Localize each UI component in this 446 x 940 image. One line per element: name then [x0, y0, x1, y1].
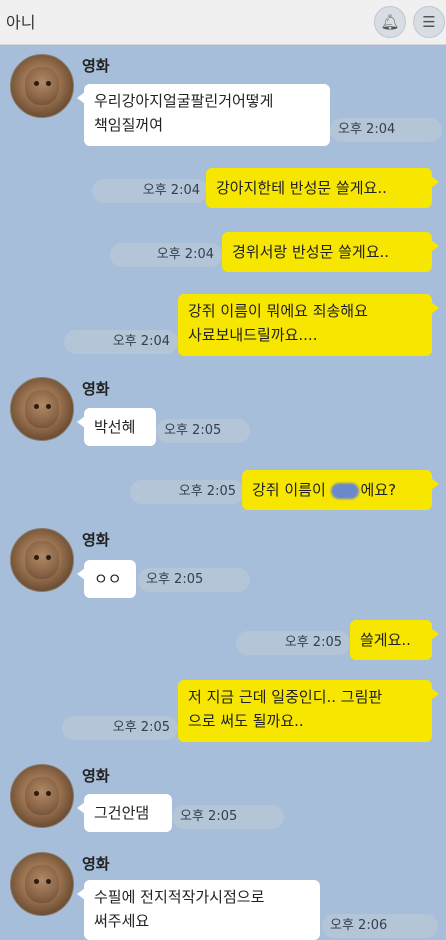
message-bubble-1[interactable]: 우리강아지얼굴팔린거어떻게 책임질꺼여: [77, 84, 330, 146]
redacted-name: [330, 482, 359, 499]
message-bubble-2[interactable]: 강아지한테 반성문 쓸게요..: [206, 168, 439, 208]
message-bubble-9[interactable]: 저 지금 근데 일중인디.. 그림판 으로 써도 될까요..: [178, 680, 439, 742]
menu-icon[interactable]: ☰: [413, 6, 445, 38]
message-time-10: 오후 2:05: [172, 805, 284, 829]
avatar[interactable]: [10, 54, 74, 118]
message-bubble-8[interactable]: 쓸게요..: [350, 620, 439, 660]
sender-name: 영화: [82, 855, 110, 873]
sender-name: 영화: [82, 380, 110, 398]
message-bubble-10[interactable]: 그건안댐: [77, 794, 172, 832]
bell-icon[interactable]: 🔔︎: [374, 6, 406, 38]
message-time-1: 오후 2:04: [330, 118, 442, 142]
message-time-2: 오후 2:04: [92, 179, 208, 203]
message-time-7: 오후 2:05: [138, 568, 250, 592]
message-bubble-11[interactable]: 수필에 전지적작가시점으로 써주세요: [77, 880, 320, 940]
message-time-8: 오후 2:05: [236, 631, 350, 655]
message-bubble-6[interactable]: 강쥐 이름이 에요?: [242, 470, 439, 510]
message-bubble-3[interactable]: 경위서랑 반성문 쓸게요..: [222, 232, 439, 272]
chat-header: 아니 🔔︎ ☰: [0, 0, 446, 45]
sender-name: 영화: [82, 57, 110, 75]
message-bubble-7[interactable]: ㅇㅇ: [77, 560, 136, 598]
message-time-4: 오후 2:04: [64, 330, 178, 354]
message-time-5: 오후 2:05: [156, 419, 250, 443]
message-time-3: 오후 2:04: [110, 243, 222, 267]
sender-name: 영화: [82, 531, 110, 549]
message-bubble-5[interactable]: 박선혜: [77, 408, 156, 446]
sender-name: 영화: [82, 767, 110, 785]
avatar[interactable]: [10, 528, 74, 592]
message-time-11: 오후 2:06: [322, 914, 438, 938]
chat-title: 아니: [6, 13, 36, 32]
message-time-9: 오후 2:05: [62, 716, 178, 740]
message-bubble-4[interactable]: 강쥐 이름이 뭐에요 죄송해요 사료보내드릴까요....: [178, 294, 439, 356]
message-time-6: 오후 2:05: [130, 480, 244, 504]
avatar[interactable]: [10, 852, 74, 916]
avatar[interactable]: [10, 764, 74, 828]
avatar[interactable]: [10, 377, 74, 441]
